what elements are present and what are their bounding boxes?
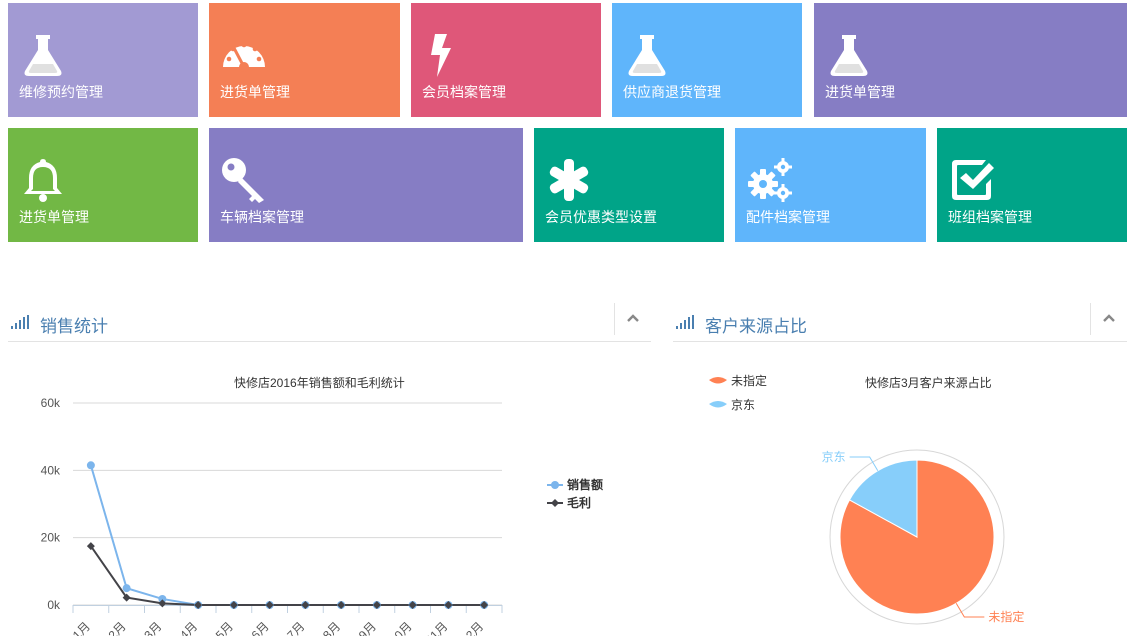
x-tick-label: 6月 [249,619,272,636]
tile-4[interactable]: 供应商退货管理 [612,3,802,117]
x-tick-label: 5月 [213,619,236,636]
chevron-up-icon [1103,314,1115,322]
legend-item[interactable]: 销售额 [547,477,603,492]
tile-label: 进货单管理 [220,84,290,100]
tile-label: 会员优惠类型设置 [545,209,657,225]
tile-label: 进货单管理 [19,209,89,225]
data-point[interactable] [86,461,95,470]
flask-icon [623,31,671,79]
source-collapse-button[interactable] [1090,303,1127,335]
chevron-up-icon [627,314,639,322]
tile-3[interactable]: 会员档案管理 [411,3,601,117]
legend-label: 未指定 [731,373,767,388]
x-tick-label: 12月 [458,619,486,636]
tile-1[interactable]: 维修预约管理 [8,3,198,117]
source-pie-chart: 未指定京东未指定京东 [709,373,1024,625]
x-tick-label: 11月 [423,619,450,636]
tile-9[interactable]: 配件档案管理 [735,128,926,242]
y-tick-label: 40k [41,463,61,477]
legend-label: 毛利 [567,495,591,510]
signal-icon [11,315,29,329]
flask-icon [825,31,873,79]
check-square-icon [948,156,996,204]
legend-item[interactable]: 未指定 [709,373,767,388]
tile-10[interactable]: 班组档案管理 [937,128,1127,242]
legend-label: 销售额 [567,477,603,492]
legend-label: 京东 [731,398,755,412]
tile-label: 进货单管理 [825,84,895,100]
tile-label: 会员档案管理 [422,84,506,100]
sales-panel-header: 销售统计 [8,303,651,342]
asterisk-icon [545,156,593,204]
legend-item[interactable]: 京东 [709,398,755,412]
flask-icon [19,31,67,79]
tile-label: 供应商退货管理 [623,84,721,100]
x-tick-label: 8月 [320,619,343,636]
tile-7[interactable]: 车辆档案管理 [209,128,523,242]
tile-label: 车辆档案管理 [220,209,304,225]
x-tick-label: 4月 [177,619,200,636]
source-panel-title: 客户来源占比 [705,317,807,336]
pie-data-label: 未指定 [988,609,1024,624]
data-point[interactable] [122,584,131,593]
x-tick-label: 7月 [284,619,307,636]
sales-collapse-button[interactable] [614,303,651,335]
y-tick-label: 20k [41,531,61,545]
tile-2[interactable]: 进货单管理 [209,3,400,117]
tile-label: 配件档案管理 [746,209,830,225]
x-tick-label: 2月 [106,619,129,636]
sales-line-chart: 0k 20k 40k 60k 1月 2月 3月 4月 5月 6月 7月 8月 9月 10月 11月 12月 销售… [41,396,603,636]
dashboard-icon [220,31,268,79]
x-tick-label: 3月 [141,619,164,636]
tile-8[interactable]: 会员优惠类型设置 [534,128,724,242]
pie-data-label: 京东 [822,450,846,464]
sales-panel-title: 销售统计 [40,317,108,336]
y-tick-label: 60k [41,396,61,410]
bolt-icon [422,31,470,79]
legend-item[interactable]: 毛利 [547,495,591,510]
tile-label: 班组档案管理 [948,209,1032,225]
signal-icon [676,315,694,329]
x-tick-label: 10月 [387,619,415,636]
gears-icon [746,156,794,204]
key-icon [220,156,268,204]
x-tick-label: 1月 [70,619,93,636]
x-tick-label: 9月 [356,619,379,636]
source-panel-header: 客户来源占比 [673,303,1127,342]
tile-6[interactable]: 进货单管理 [8,128,198,242]
tile-label: 维修预约管理 [19,84,103,100]
tile-5[interactable]: 进货单管理 [814,3,1127,117]
series-line-1 [89,465,485,606]
bell-icon [19,156,67,204]
y-tick-label: 0k [47,598,61,612]
